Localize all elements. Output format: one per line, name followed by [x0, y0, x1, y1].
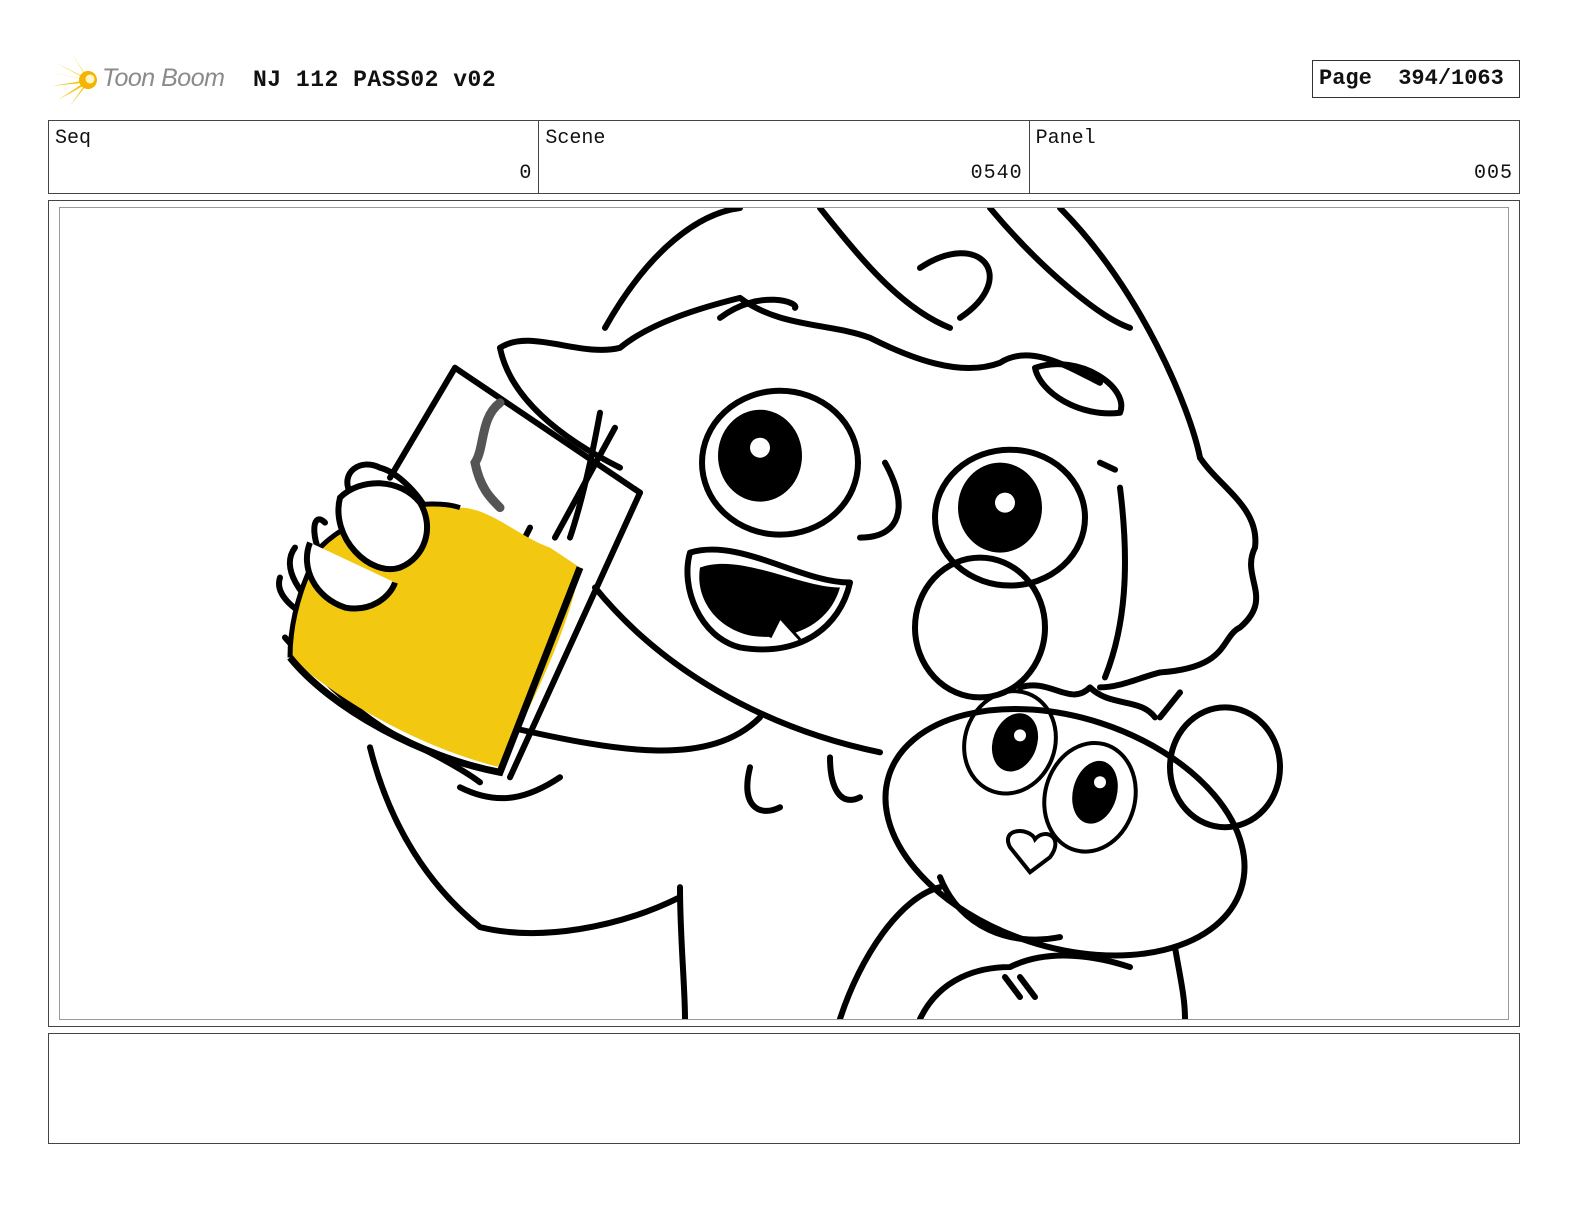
page-label: Page [1319, 66, 1372, 91]
toon-boom-logo: Toon Boom [48, 50, 238, 110]
scene-label: Scene [545, 127, 606, 150]
scene-value: 0540 [970, 162, 1023, 185]
scene-cell: Scene 0540 [539, 121, 1030, 193]
page-indicator: Page 394/1063 [1312, 60, 1520, 98]
project-title: NJ 112 PASS02 v02 [253, 67, 497, 93]
panel-cell: Panel 005 [1030, 121, 1519, 193]
panel-drawing-area [59, 207, 1509, 1020]
panel-label: Panel [1035, 127, 1096, 150]
storyboard-sketch [276, 208, 1283, 1019]
storyboard-panel [48, 200, 1520, 1027]
seq-cell: Seq 0 [49, 121, 540, 193]
panel-notes [48, 1033, 1520, 1144]
page-number: 394/1063 [1398, 66, 1504, 91]
header: Toon Boom NJ 112 PASS02 v02 Page 394/106… [48, 50, 1520, 110]
seq-label: Seq [55, 127, 92, 150]
seq-value: 0 [519, 162, 533, 185]
info-row: Seq 0 Scene 0540 Panel 005 [48, 120, 1520, 194]
panel-value: 005 [1473, 162, 1513, 185]
toon-boom-spark-icon [50, 54, 97, 106]
logo-text: Toon Boom [102, 64, 225, 92]
